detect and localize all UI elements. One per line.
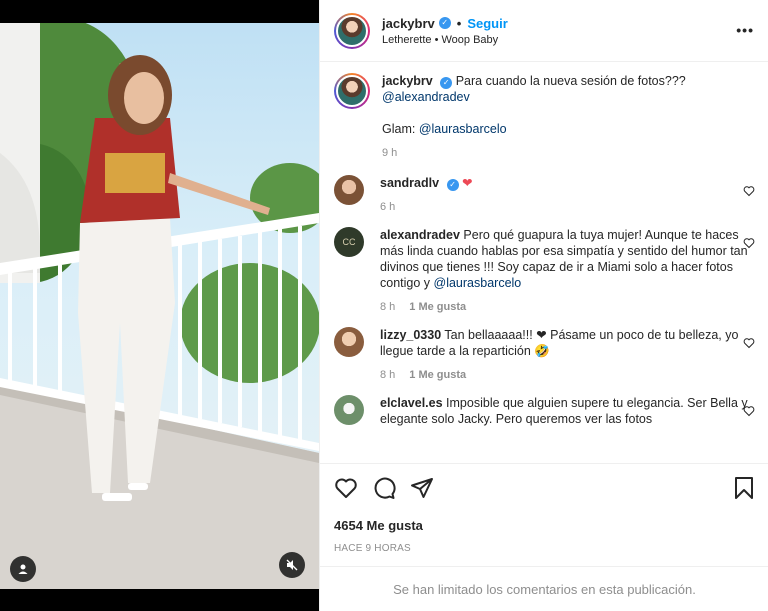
comment-avatar[interactable]: CC xyxy=(334,227,364,257)
post-header: jackybrv ✓ • Seguir Letherette • Woop Ba… xyxy=(320,0,768,62)
save-button[interactable] xyxy=(733,476,755,500)
caption-text: Para cuando la nueva sesión de fotos??? xyxy=(455,74,686,88)
comment-text: ❤ xyxy=(462,176,473,190)
comment-avatar[interactable] xyxy=(334,395,364,425)
verified-icon: ✓ xyxy=(438,17,451,29)
audio-track[interactable]: Letherette • Woop Baby xyxy=(382,34,508,46)
follow-button[interactable]: Seguir xyxy=(467,16,507,31)
comment-button[interactable] xyxy=(372,476,396,500)
comment-time[interactable]: 6 h xyxy=(380,199,395,215)
verified-icon: ✓ xyxy=(440,77,453,89)
comment-item: elclavel.es Imposible que alguien supere… xyxy=(334,395,755,427)
comment-mention[interactable]: @laurasbarcelo xyxy=(434,276,522,290)
post-actions: 4654 Me gusta HACE 9 HORAS xyxy=(320,463,768,554)
comment-likes[interactable]: 1 Me gusta xyxy=(409,367,466,383)
likes-count[interactable]: 4654 Me gusta xyxy=(334,518,755,533)
comment-item: CC alexandradev Pero qué guapura la tuya… xyxy=(334,227,755,315)
comments-list[interactable]: jackybrv ✓ Para cuando la nueva sesión d… xyxy=(320,63,768,463)
heart-icon[interactable] xyxy=(743,405,755,417)
photo-illustration xyxy=(0,23,319,589)
caption-avatar[interactable] xyxy=(334,73,370,109)
caption-glam-label: Glam: xyxy=(382,122,419,136)
comment-item: sandradlv ✓ ❤ 6 h xyxy=(334,175,755,215)
comment-username[interactable]: sandradlv xyxy=(380,176,439,190)
heart-icon[interactable] xyxy=(743,185,755,197)
post-timestamp[interactable]: HACE 9 HORAS xyxy=(334,543,755,554)
heart-icon[interactable] xyxy=(743,337,755,349)
comment-avatar[interactable] xyxy=(334,175,364,205)
verified-icon: ✓ xyxy=(446,179,459,191)
comment-username[interactable]: lizzy_0330 xyxy=(380,328,441,342)
comment-time[interactable]: 8 h xyxy=(380,367,395,383)
post-details-panel: jackybrv ✓ • Seguir Letherette • Woop Ba… xyxy=(319,0,768,611)
user-icon xyxy=(18,564,28,574)
mute-button[interactable] xyxy=(279,552,305,578)
more-icon[interactable]: ••• xyxy=(736,22,754,38)
instagram-post-modal: jackybrv ✓ • Seguir Letherette • Woop Ba… xyxy=(0,0,768,611)
comment-username[interactable]: alexandradev xyxy=(380,228,460,242)
share-button[interactable] xyxy=(410,476,434,500)
caption: jackybrv ✓ Para cuando la nueva sesión d… xyxy=(334,73,755,161)
comments-limited-notice: Se han limitado los comentarios en esta … xyxy=(320,566,768,611)
caption-username[interactable]: jackybrv xyxy=(382,74,433,88)
tagged-users-button[interactable] xyxy=(10,556,36,582)
header-separator: • xyxy=(456,15,462,31)
caption-time[interactable]: 9 h xyxy=(382,145,397,161)
comment-likes[interactable]: 1 Me gusta xyxy=(409,299,466,315)
like-button[interactable] xyxy=(334,476,358,500)
author-username[interactable]: jackybrv xyxy=(382,16,435,31)
comment-time[interactable]: 8 h xyxy=(380,299,395,315)
post-photo xyxy=(0,23,319,589)
comment-item: lizzy_0330 Tan bellaaaaa!!! ❤ Pásame un … xyxy=(334,327,755,383)
comment-avatar[interactable] xyxy=(334,327,364,357)
comment-username[interactable]: elclavel.es xyxy=(380,396,443,410)
author-avatar[interactable] xyxy=(334,12,370,49)
caption-glam-mention[interactable]: @laurasbarcelo xyxy=(419,122,507,136)
caption-mention[interactable]: @alexandradev xyxy=(382,89,752,105)
post-media[interactable] xyxy=(0,0,319,611)
heart-icon[interactable] xyxy=(743,237,755,249)
mute-icon xyxy=(286,559,298,571)
